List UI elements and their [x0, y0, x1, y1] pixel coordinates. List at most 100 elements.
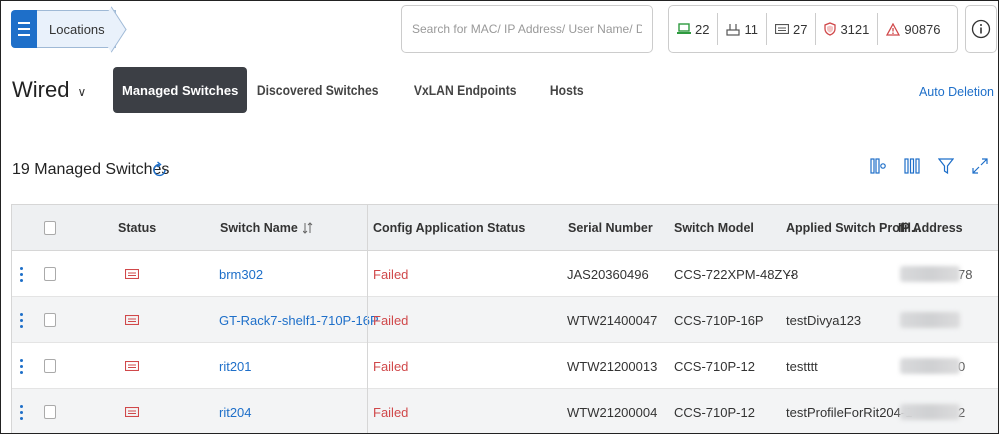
kebab-icon [20, 312, 23, 328]
section-title: Wired [12, 77, 70, 102]
switch-icon [774, 24, 789, 34]
table-row[interactable]: rit201 Failed WTW21200013 CCS-710P-12 te… [12, 343, 998, 389]
stat-clients[interactable]: 22 [669, 13, 719, 45]
ip-address: 2 [900, 389, 965, 433]
refresh-button[interactable] [152, 160, 168, 183]
expand-button[interactable] [972, 157, 988, 175]
stat-alerts[interactable]: 90876 [878, 13, 948, 45]
column-switch-name[interactable]: Switch Name [220, 205, 313, 251]
serial-number: WTW21200004 [567, 404, 658, 420]
switch-model: CCS-710P-12 [674, 404, 755, 420]
device-stats: 22 11 27 3121 90876 [668, 5, 958, 53]
alert-icon [886, 22, 901, 36]
row-checkbox[interactable] [44, 297, 56, 343]
table-header: Status Switch Name Config Application St… [12, 205, 998, 251]
redacted-ip [900, 266, 960, 282]
config-status: Failed [373, 312, 409, 328]
column-config-status[interactable]: Config Application Status [373, 205, 525, 251]
serial-number: JAS20360496 [567, 266, 649, 282]
row-actions-button[interactable] [20, 251, 23, 297]
access-point-icon [726, 24, 741, 36]
table-row[interactable]: rit204 Failed WTW21200004 CCS-710P-12 te… [12, 389, 998, 433]
stat-switches[interactable]: 27 [767, 13, 817, 45]
switches-table: Status Switch Name Config Application St… [11, 204, 998, 433]
column-switch-name-label: Switch Name [220, 221, 298, 235]
filter-button[interactable] [938, 157, 954, 175]
shield-icon [824, 22, 837, 36]
redacted-ip [900, 404, 960, 420]
stat-security-value: 3121 [840, 21, 870, 37]
row-checkbox[interactable] [44, 251, 56, 297]
switch-name-link[interactable]: brm302 [219, 251, 263, 297]
column-serial-number[interactable]: Serial Number [568, 205, 653, 251]
column-settings-icon [870, 158, 886, 174]
select-all-checkbox[interactable] [44, 205, 56, 251]
table-row[interactable]: brm302 Failed JAS20360496 CCS-722XPM-48Z… [12, 251, 998, 297]
column-status[interactable]: Status [118, 205, 156, 251]
row-actions-button[interactable] [20, 297, 23, 343]
sort-icon[interactable] [302, 221, 313, 235]
column-settings-button[interactable] [870, 157, 886, 175]
kebab-icon [20, 358, 23, 374]
stat-switches-value: 27 [792, 21, 808, 37]
stat-clients-value: 22 [695, 21, 710, 37]
redacted-ip [900, 312, 960, 328]
columns-button[interactable] [904, 157, 920, 175]
applied-profile: testDivya123 [786, 312, 862, 328]
tab-vxlan-endpoints[interactable]: VxLAN Endpoints [404, 67, 526, 113]
switch-name-link[interactable]: GT-Rack7-shelf1-710P-16P [219, 297, 379, 343]
stat-access-points[interactable]: 11 [718, 13, 767, 45]
top-bar: Locations 22 11 27 3121 9087 [1, 1, 998, 61]
applied-profile: testttt [786, 358, 818, 374]
tab-bar: Managed Switches Discovered Switches VxL… [113, 67, 600, 113]
column-divider [367, 205, 368, 433]
row-checkbox[interactable] [44, 343, 56, 389]
search-input[interactable] [401, 5, 653, 53]
config-status: Failed [373, 358, 409, 374]
laptop-icon [677, 23, 691, 34]
tab-hosts[interactable]: Hosts [540, 67, 594, 113]
filter-icon [938, 158, 954, 175]
status-icon [125, 389, 139, 433]
table-toolbar [870, 157, 988, 175]
tab-discovered-switches[interactable]: Discovered Switches [247, 67, 388, 113]
redacted-ip [900, 358, 960, 374]
info-icon [971, 19, 991, 39]
refresh-icon [153, 161, 166, 177]
row-checkbox[interactable] [44, 389, 56, 433]
tab-managed-switches[interactable]: Managed Switches [113, 67, 248, 113]
applied-profile: testProfileForRit204-1 [786, 404, 913, 420]
location-selector: Locations [11, 10, 116, 48]
menu-icon[interactable] [11, 10, 37, 48]
locations-label: Locations [49, 21, 105, 37]
ip-address: 78 [900, 251, 972, 297]
switch-name-link[interactable]: rit204 [219, 389, 252, 433]
serial-number: WTW21400047 [567, 312, 658, 328]
switch-model: CCS-722XPM-48ZY8 [674, 266, 799, 282]
status-icon [125, 343, 139, 389]
locations-breadcrumb[interactable]: Locations [37, 10, 116, 48]
status-icon [125, 251, 139, 297]
switch-name-link[interactable]: rit201 [219, 343, 252, 389]
auto-deletion-link[interactable]: Auto Deletion [919, 85, 994, 99]
table-row[interactable]: GT-Rack7-shelf1-710P-16P Failed WTW21400… [12, 297, 998, 343]
ip-address: 0 [900, 343, 965, 389]
expand-icon [972, 158, 988, 174]
row-actions-button[interactable] [20, 343, 23, 389]
kebab-icon [20, 404, 23, 420]
ip-address [900, 297, 960, 343]
section-selector[interactable]: Wired ∨ [12, 77, 86, 103]
config-status: Failed [373, 266, 409, 282]
list-title: 19 Managed Switches [12, 161, 170, 178]
app-frame: Locations 22 11 27 3121 9087 [0, 0, 999, 434]
kebab-icon [20, 266, 23, 282]
info-button[interactable] [965, 5, 997, 53]
column-ip-address[interactable]: IP Address [898, 205, 963, 251]
row-actions-button[interactable] [20, 389, 23, 433]
serial-number: WTW21200013 [567, 358, 658, 374]
columns-icon [904, 158, 920, 174]
column-switch-model[interactable]: Switch Model [674, 205, 754, 251]
ip-address-tail: 78 [958, 266, 973, 282]
status-icon [125, 297, 139, 343]
stat-security[interactable]: 3121 [816, 13, 879, 45]
